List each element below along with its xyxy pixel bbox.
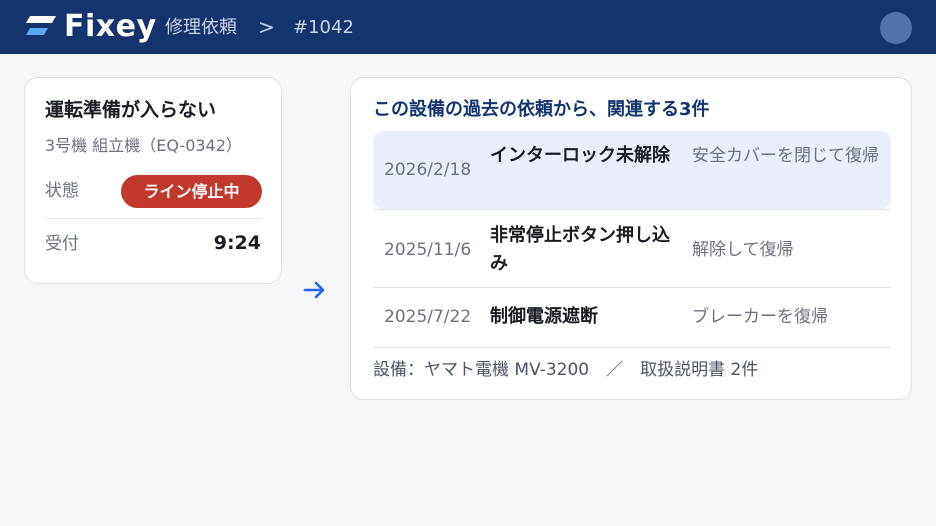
row-divider <box>373 347 891 348</box>
arrow-right-icon <box>303 281 325 299</box>
history-date: 2026/2/18 <box>384 160 472 180</box>
related-history-title: この設備の過去の依頼から、関連する3件 <box>373 99 710 120</box>
history-date: 2025/11/6 <box>384 240 472 260</box>
request-card: 運転準備が入らない 3号機 組立機（EQ-0342） 状態 ライン停止中 受付 … <box>24 77 282 284</box>
history-fix: 解除して復帰 <box>692 240 794 260</box>
machine-name: 3号機 組立機（EQ-0342） <box>45 136 242 155</box>
card-divider <box>45 218 262 219</box>
received-label: 受付 <box>45 234 79 254</box>
fixey-logo-icon <box>26 16 56 35</box>
history-row[interactable]: 2026/2/18 インターロック未解除 安全カバーを閉じて復帰 <box>373 131 891 209</box>
status-label: 状態 <box>45 181 79 201</box>
history-row[interactable]: 2025/11/6 非常停止ボタン押し込み 解除して復帰 <box>373 211 891 287</box>
status-badge: ライン停止中 <box>121 175 262 208</box>
history-date: 2025/7/22 <box>384 307 472 327</box>
top-bar: Fixey 修理依頼 > #1042 <box>0 0 936 54</box>
user-avatar[interactable] <box>880 12 912 44</box>
received-time: 9:24 <box>213 232 261 254</box>
history-fix: ブレーカーを復帰 <box>692 307 828 327</box>
equipment-footer: 設備：ヤマト電機 MV-3200 ／ 取扱説明書 2件 <box>373 360 759 380</box>
app-logo-text[interactable]: Fixey <box>64 8 157 46</box>
history-issue: 非常停止ボタン押し込み <box>490 225 670 274</box>
row-divider <box>373 209 891 210</box>
history-fix: 安全カバーを閉じて復帰 <box>692 146 879 166</box>
history-issue: 制御電源遮断 <box>490 306 598 327</box>
history-row[interactable]: 2025/7/22 制御電源遮断 ブレーカーを復帰 <box>373 289 891 347</box>
request-title: 運転準備が入らない <box>45 99 217 121</box>
history-issue: インターロック未解除 <box>490 145 670 166</box>
breadcrumb-separator: > <box>258 15 275 39</box>
breadcrumb-repair-requests[interactable]: 修理依頼 <box>165 17 237 39</box>
row-divider <box>373 287 891 288</box>
breadcrumb-request-id: #1042 <box>293 17 354 38</box>
related-history-card: この設備の過去の依頼から、関連する3件 2026/2/18 インターロック未解除… <box>350 77 912 400</box>
